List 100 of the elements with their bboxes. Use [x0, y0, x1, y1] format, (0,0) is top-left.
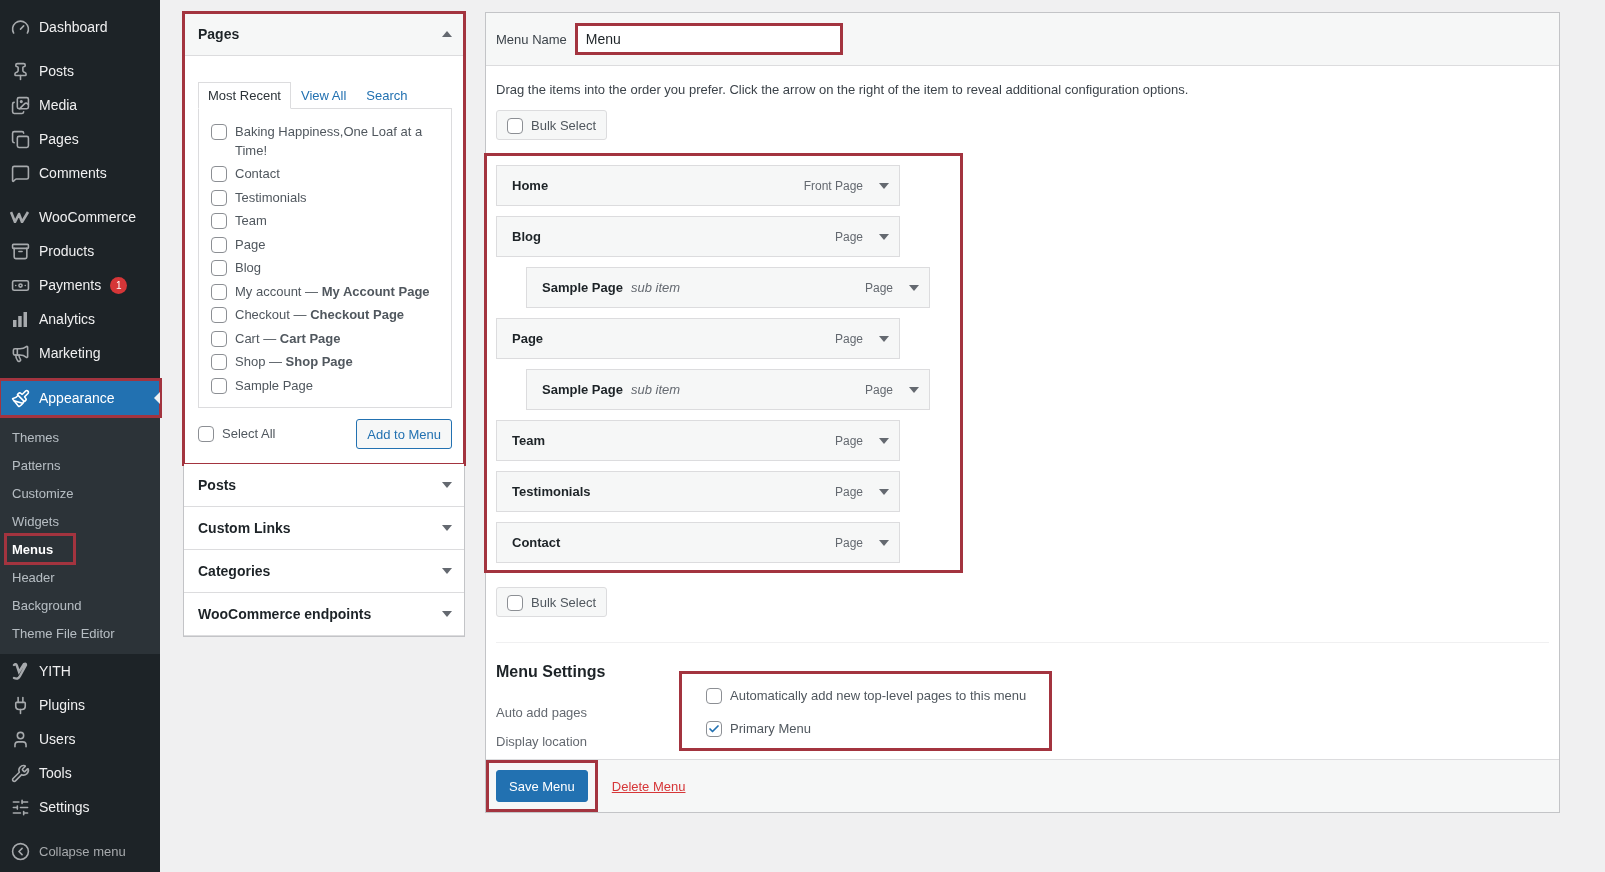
- setting-label: Display location: [496, 734, 589, 749]
- sidebar-item[interactable]: Media: [0, 88, 160, 122]
- expand-arrow-icon[interactable]: [442, 525, 452, 531]
- checkbox[interactable]: [507, 117, 523, 134]
- checkbox[interactable]: [198, 425, 214, 442]
- gauge-icon: [10, 17, 30, 37]
- checkbox[interactable]: [211, 166, 227, 182]
- page-label: Contact: [235, 165, 280, 183]
- checkbox[interactable]: [211, 124, 227, 140]
- checkbox[interactable]: [211, 236, 227, 253]
- checkbox[interactable]: [706, 720, 722, 737]
- page-label: Shop — Shop Page: [235, 353, 353, 371]
- sidebar-item[interactable]: Marketing: [0, 336, 160, 370]
- checkbox[interactable]: [211, 283, 227, 300]
- accordion-title: WooCommerce endpoints: [198, 606, 372, 622]
- paintbrush-icon: [10, 388, 30, 408]
- expand-arrow-icon[interactable]: [879, 488, 889, 495]
- speech-bubble-icon: [10, 163, 30, 183]
- menu-item[interactable]: Page Page: [496, 318, 900, 359]
- submenu-item[interactable]: Menus: [6, 535, 74, 563]
- expand-arrow-icon[interactable]: [442, 568, 452, 574]
- expand-arrow-icon[interactable]: [879, 437, 889, 444]
- expand-arrow-icon[interactable]: [879, 233, 889, 240]
- logo-icon: [12, 662, 28, 680]
- sliders-icon: [10, 797, 30, 817]
- menu-item[interactable]: Home Front Page: [496, 165, 900, 206]
- sidebar-item[interactable]: Users: [0, 722, 160, 756]
- menu-name-field[interactable]: Menu: [576, 25, 841, 53]
- collapse-arrow-icon[interactable]: [442, 31, 452, 37]
- count-badge: 1: [110, 276, 128, 294]
- select-all-label: Select All: [222, 424, 276, 443]
- page-label: Page: [235, 235, 266, 254]
- expand-arrow-icon[interactable]: [879, 335, 889, 342]
- menu-item[interactable]: Contact Page: [496, 522, 900, 563]
- submenu-item[interactable]: Theme File Editor: [6, 619, 121, 647]
- tab[interactable]: Most Recent: [198, 82, 291, 109]
- sidebar-item[interactable]: WooCommerce: [0, 200, 160, 234]
- page-label: Team: [235, 212, 267, 230]
- sidebar-item[interactable]: Appearance: [0, 380, 160, 416]
- submenu-item[interactable]: Header: [6, 563, 74, 591]
- page-label: Sample Page: [235, 376, 314, 395]
- menu-item[interactable]: Blog Page: [496, 216, 900, 257]
- checkbox[interactable]: [507, 594, 523, 611]
- wrench-icon: [10, 763, 30, 783]
- check-icon: [708, 722, 720, 735]
- expand-arrow-icon[interactable]: [909, 386, 919, 393]
- archive-icon: [10, 241, 30, 261]
- settings-heading: Menu Settings: [496, 663, 607, 681]
- submenu-item[interactable]: Themes: [6, 423, 74, 451]
- sidebar-item[interactable]: Settings: [0, 790, 160, 824]
- save-menu-button[interactable]: Save Menu: [496, 770, 588, 802]
- bulk-select-button[interactable]: Bulk Select: [496, 587, 608, 617]
- page-label: My account — My Account Page: [235, 282, 430, 301]
- collapse-icon: [10, 841, 30, 861]
- menu-item[interactable]: Sample Page sub item Page: [526, 267, 930, 308]
- expand-arrow-icon[interactable]: [879, 539, 889, 546]
- page-label: Checkout — Checkout Page: [235, 306, 405, 324]
- checkbox[interactable]: [211, 377, 227, 394]
- checkbox[interactable]: [211, 213, 227, 229]
- sidebar-item[interactable]: Payments 1: [0, 268, 160, 302]
- sidebar-item[interactable]: Plugins: [0, 688, 160, 722]
- sidebar-item[interactable]: Pages: [0, 122, 160, 156]
- accordion-title: Custom Links: [198, 520, 291, 536]
- sidebar-item[interactable]: Comments: [0, 156, 160, 190]
- bar-chart-icon: [12, 311, 28, 327]
- submenu-item[interactable]: Background: [6, 591, 88, 619]
- submenu-item[interactable]: Widgets: [6, 507, 74, 535]
- menu-item[interactable]: Sample Page sub item Page: [526, 369, 930, 410]
- sidebar-item[interactable]: Posts: [0, 54, 160, 88]
- delete-menu-link[interactable]: Delete Menu: [611, 778, 686, 794]
- expand-arrow-icon[interactable]: [442, 611, 452, 617]
- sidebar-item[interactable]: Tools: [0, 756, 160, 790]
- menu-item[interactable]: Team Page: [496, 420, 900, 461]
- checkbox[interactable]: [211, 260, 227, 276]
- instructions: Drag the items into the order you prefer. Click the arrow on the right of the item to reveal additional configuration options.: [496, 82, 1190, 97]
- collapse-menu-button[interactable]: Collapse menu: [0, 834, 160, 868]
- menu-item[interactable]: Testimonials Page: [496, 471, 900, 512]
- submenu-item[interactable]: Patterns: [6, 451, 74, 479]
- expand-arrow-icon[interactable]: [442, 482, 452, 488]
- submenu-item[interactable]: Customize: [6, 479, 80, 507]
- setting-label: Auto add pages: [496, 705, 589, 720]
- accordion-header[interactable]: Pages: [184, 13, 464, 56]
- sidebar-item[interactable]: Analytics: [0, 302, 160, 336]
- checkbox[interactable]: [211, 307, 227, 323]
- expand-arrow-icon[interactable]: [879, 182, 889, 189]
- tab[interactable]: View All: [291, 82, 357, 109]
- tab[interactable]: Search: [356, 82, 418, 109]
- checkbox[interactable]: [706, 688, 722, 704]
- bulk-select-button[interactable]: Bulk Select: [496, 110, 608, 140]
- sidebar-item[interactable]: Dashboard: [0, 10, 160, 44]
- accordion-title: Posts: [198, 477, 237, 493]
- megaphone-icon: [10, 343, 30, 363]
- sidebar-item[interactable]: YITH: [0, 654, 160, 688]
- logo-icon: [10, 211, 30, 223]
- expand-arrow-icon[interactable]: [909, 284, 919, 291]
- checkbox[interactable]: [211, 354, 227, 370]
- add-to-menu-button[interactable]: Add to Menu: [356, 419, 452, 449]
- checkbox[interactable]: [211, 330, 227, 347]
- checkbox[interactable]: [211, 189, 227, 206]
- sidebar-item[interactable]: Products: [0, 234, 160, 268]
